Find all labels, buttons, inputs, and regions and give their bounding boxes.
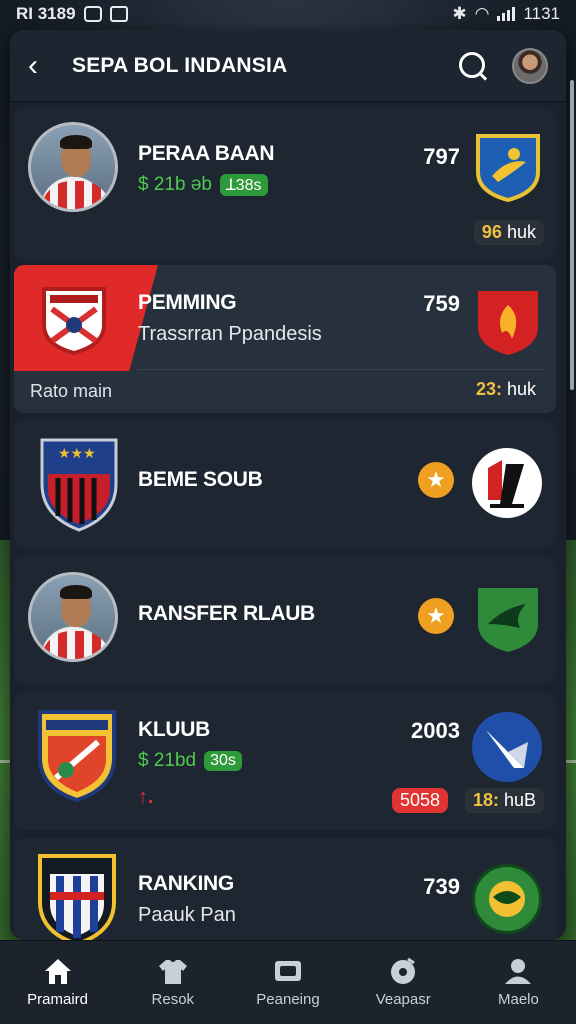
club-logo-mark (486, 730, 528, 768)
card-note: Rato main (30, 381, 113, 401)
club-crest-icon (38, 710, 116, 803)
card-number: 739 (423, 874, 460, 899)
notification-icon (83, 6, 102, 22)
bottom-tab-bar: Pramaird Resok Peaneing Veapasr Maelo (0, 940, 576, 1024)
status-bar: RI 3189 ✱ ◠ 1131 (0, 0, 576, 28)
stat-unit: huk (506, 222, 536, 242)
club-crest-icon (478, 291, 538, 355)
tab-results[interactable]: Resok (115, 941, 230, 1024)
stat-unit: huB (503, 790, 536, 810)
card-title: BEME SOUB (138, 468, 263, 491)
club-crest-icon (478, 588, 538, 652)
status-left-text: RI 3189 (16, 4, 76, 23)
club-crest-icon (42, 287, 106, 355)
tab-planning[interactable]: Peaneing (230, 941, 345, 1024)
card-title: KLUUB (138, 718, 210, 741)
card-number: 759 (423, 291, 460, 316)
list-item[interactable]: ★★★ BEME SOUB ★ (14, 420, 556, 548)
divider (138, 369, 544, 370)
svg-text:★★★: ★★★ (58, 446, 96, 462)
tab-home[interactable]: Pramaird (0, 941, 115, 1024)
card-price: $ 21b ǝb ꓕ38s (138, 174, 268, 196)
main-panel: ‹ SEPA BOL INDANSIA PERAA BAAN $ 21b ǝb … (10, 30, 566, 940)
card-subtitle: Trassrran Ppandesis (138, 323, 322, 345)
tab-label: Resok (151, 991, 195, 1008)
card-title: PERAA BAAN (138, 142, 275, 165)
list-item[interactable]: RANSFER RLAUB ★ (14, 556, 556, 684)
trend-arrow: ↑. (138, 786, 154, 808)
club-logo-icon (472, 448, 542, 518)
card-number: 797 (423, 144, 460, 169)
price-text: $ 21b ǝb (138, 174, 212, 195)
price-pill: 30s (204, 751, 242, 771)
club-list: PERAA BAAN $ 21b ǝb ꓕ38s 797 96 huk PEMM… (10, 102, 566, 940)
app-icon (109, 6, 128, 22)
card-title: RANKING (138, 872, 234, 895)
club-logo-icon (472, 864, 542, 934)
signal-icon (497, 7, 516, 21)
stat-tag: 18: huB (464, 788, 544, 813)
player-portrait (28, 122, 118, 212)
wifi-icon: ◠ (474, 4, 490, 23)
list-item[interactable]: KLUUB $ 21bd 30s ↑. 2003 5058 18: huB (14, 692, 556, 830)
scrollbar[interactable] (570, 80, 574, 390)
ticket-icon (275, 961, 301, 981)
user-avatar[interactable] (512, 47, 548, 84)
card-title: PEMMING (138, 291, 237, 314)
stat-tag: 23: huk (468, 377, 544, 402)
club-logo-mark (488, 460, 524, 508)
favorite-star-icon[interactable]: ★ (418, 598, 454, 634)
card-subtitle: Paauk Pan (138, 904, 236, 926)
stat-value: 18: (472, 790, 499, 810)
club-crest-icon (38, 854, 116, 940)
stat-value: 96 (481, 222, 502, 242)
jersey-icon (158, 960, 187, 984)
tab-label: Maelo (497, 991, 539, 1008)
favorite-star-icon[interactable]: ★ (418, 462, 454, 498)
tab-profile[interactable]: Maelo (461, 941, 576, 1024)
club-logo-mark (489, 881, 525, 917)
list-item[interactable]: PERAA BAAN $ 21b ǝb ꓕ38s 797 96 huk (14, 108, 556, 260)
tab-label: Pramaird (27, 991, 89, 1008)
club-crest-icon (476, 134, 540, 202)
card-price: $ 21bd 30s (138, 750, 242, 772)
price-pill: ꓕ38s (219, 174, 268, 196)
search-icon[interactable] (456, 49, 490, 83)
page-title: SEPA BOL INDANSIA (72, 53, 288, 77)
tab-label: Veapasr (375, 991, 431, 1008)
player-portrait (28, 572, 118, 662)
club-logo-icon (472, 712, 542, 782)
stat-tag: 96 huk (473, 220, 544, 245)
card-title: RANSFER RLAUB (138, 602, 315, 625)
bluetooth-icon: ✱ (452, 4, 467, 23)
price-text: $ 21bd (138, 750, 197, 771)
club-crest-icon: ★★★ (40, 438, 118, 532)
status-time: 1131 (523, 4, 560, 23)
card-number: 2003 (411, 718, 460, 743)
app-header: ‹ SEPA BOL INDANSIA (10, 30, 566, 102)
home-icon (44, 959, 71, 984)
ball-icon (391, 957, 416, 984)
price-badge: 5058 (391, 788, 448, 813)
back-arrow-icon[interactable]: ‹ (28, 50, 58, 81)
profile-icon (505, 959, 532, 984)
stat-value: 23: (475, 379, 502, 399)
stat-unit: huk (506, 379, 536, 399)
list-item[interactable]: RANKING Paauk Pan 739 (14, 838, 556, 940)
tab-transfer[interactable]: Veapasr (346, 941, 461, 1024)
list-item[interactable]: PEMMING Trassrran Ppandesis 759 Rato mai… (14, 265, 556, 413)
tab-label: Peaneing (256, 991, 320, 1008)
